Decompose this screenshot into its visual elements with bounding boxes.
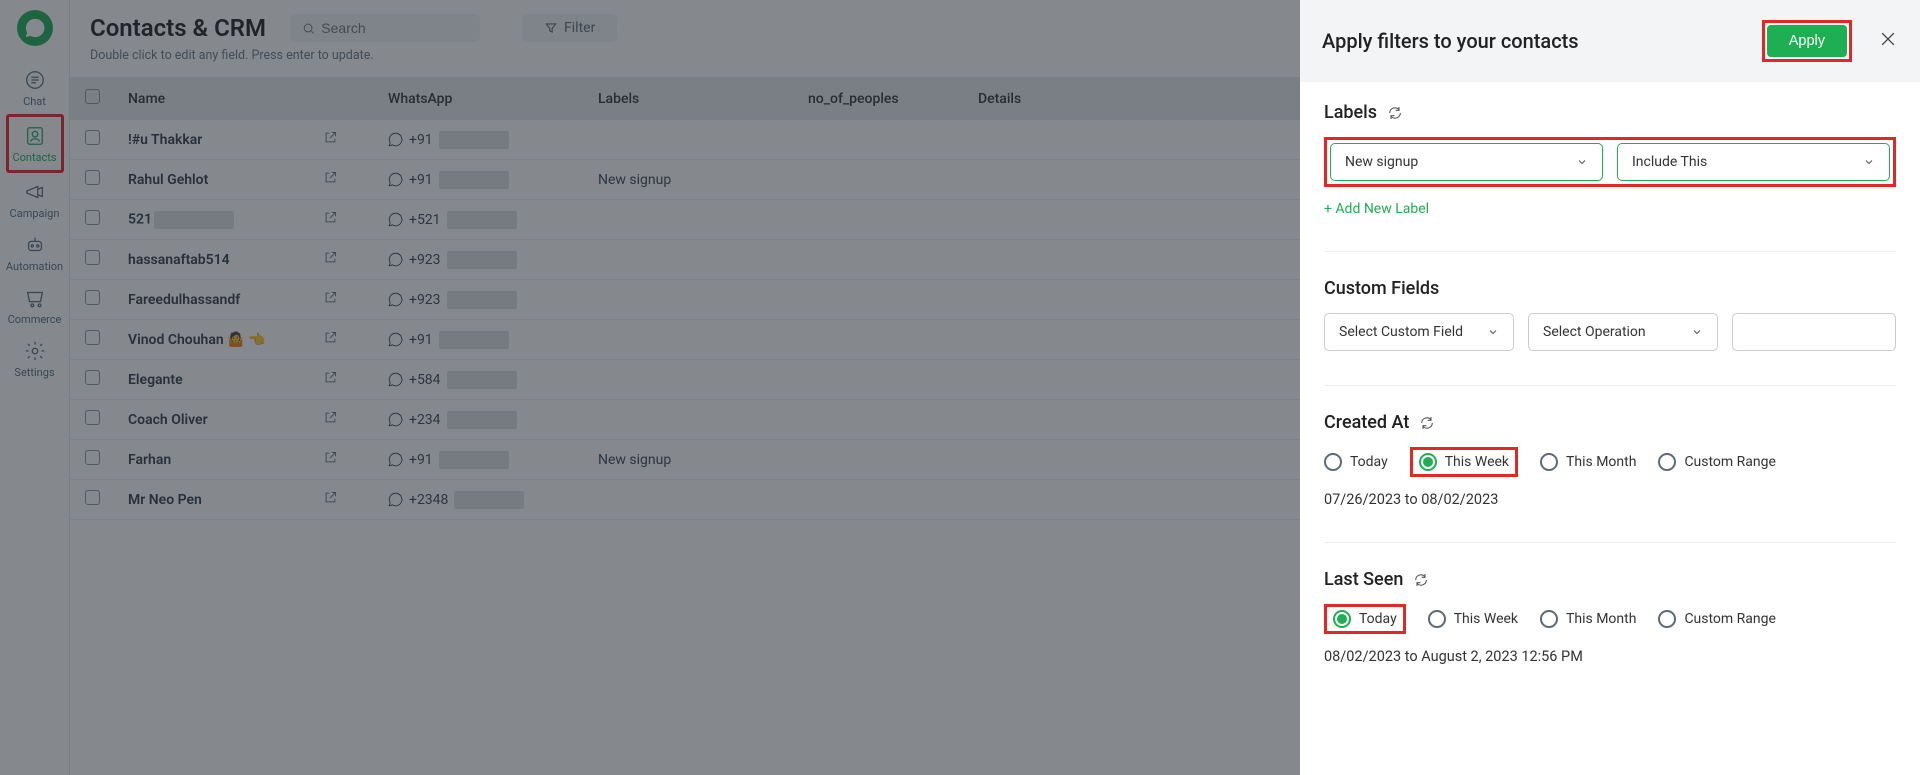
lastseen-range-text: 08/02/2023 to August 2, 2023 12:56 PM	[1324, 648, 1896, 665]
refresh-icon[interactable]	[1387, 105, 1403, 121]
chevron-down-icon	[1691, 326, 1703, 338]
lastseen-custom-radio[interactable]: Custom Range	[1658, 610, 1776, 628]
lastseen-month-radio[interactable]: This Month	[1540, 610, 1636, 628]
divider	[1324, 542, 1896, 543]
refresh-icon[interactable]	[1419, 415, 1435, 431]
panel-title: Apply filters to your contacts	[1322, 29, 1762, 53]
chevron-down-icon	[1487, 326, 1499, 338]
apply-button[interactable]: Apply	[1767, 25, 1847, 57]
chevron-down-icon	[1576, 156, 1588, 168]
section-created-at: Created At Today This Week This Month Cu…	[1324, 412, 1896, 508]
created-month-radio[interactable]: This Month	[1540, 453, 1636, 471]
lastseen-today-radio[interactable]: Today	[1333, 610, 1397, 628]
panel-header: Apply filters to your contacts Apply	[1300, 0, 1920, 82]
select-placeholder: Select Custom Field	[1339, 324, 1463, 340]
select-placeholder: Select Operation	[1543, 324, 1646, 340]
created-range-text: 07/26/2023 to 08/02/2023	[1324, 491, 1896, 508]
section-heading: Last Seen	[1324, 569, 1403, 590]
select-value: Include This	[1632, 154, 1707, 170]
close-button[interactable]	[1878, 29, 1898, 53]
section-heading: Created At	[1324, 412, 1409, 433]
custom-field-select[interactable]: Select Custom Field	[1324, 313, 1514, 351]
created-custom-radio[interactable]: Custom Range	[1658, 453, 1776, 471]
section-last-seen: Last Seen Today This Week This Month Cus…	[1324, 569, 1896, 665]
chevron-down-icon	[1863, 156, 1875, 168]
divider	[1324, 251, 1896, 252]
section-heading: Labels	[1324, 102, 1377, 123]
labels-op-select[interactable]: Include This	[1617, 143, 1890, 181]
section-heading: Custom Fields	[1324, 278, 1439, 299]
custom-value-input[interactable]	[1732, 313, 1896, 351]
created-week-radio[interactable]: This Week	[1419, 453, 1509, 471]
custom-op-select[interactable]: Select Operation	[1528, 313, 1718, 351]
created-today-radio[interactable]: Today	[1324, 453, 1388, 471]
select-value: New signup	[1345, 154, 1418, 170]
section-custom-fields: Custom Fields Select Custom Field Select…	[1324, 278, 1896, 351]
labels-value-select[interactable]: New signup	[1330, 143, 1603, 181]
filter-panel: Apply filters to your contacts Apply Lab…	[1300, 0, 1920, 775]
section-labels: Labels New signup Include This + Add New…	[1324, 102, 1896, 217]
add-label-link[interactable]: + Add New Label	[1324, 201, 1429, 217]
lastseen-week-radio[interactable]: This Week	[1428, 610, 1518, 628]
close-icon	[1878, 29, 1898, 49]
divider	[1324, 385, 1896, 386]
refresh-icon[interactable]	[1413, 572, 1429, 588]
